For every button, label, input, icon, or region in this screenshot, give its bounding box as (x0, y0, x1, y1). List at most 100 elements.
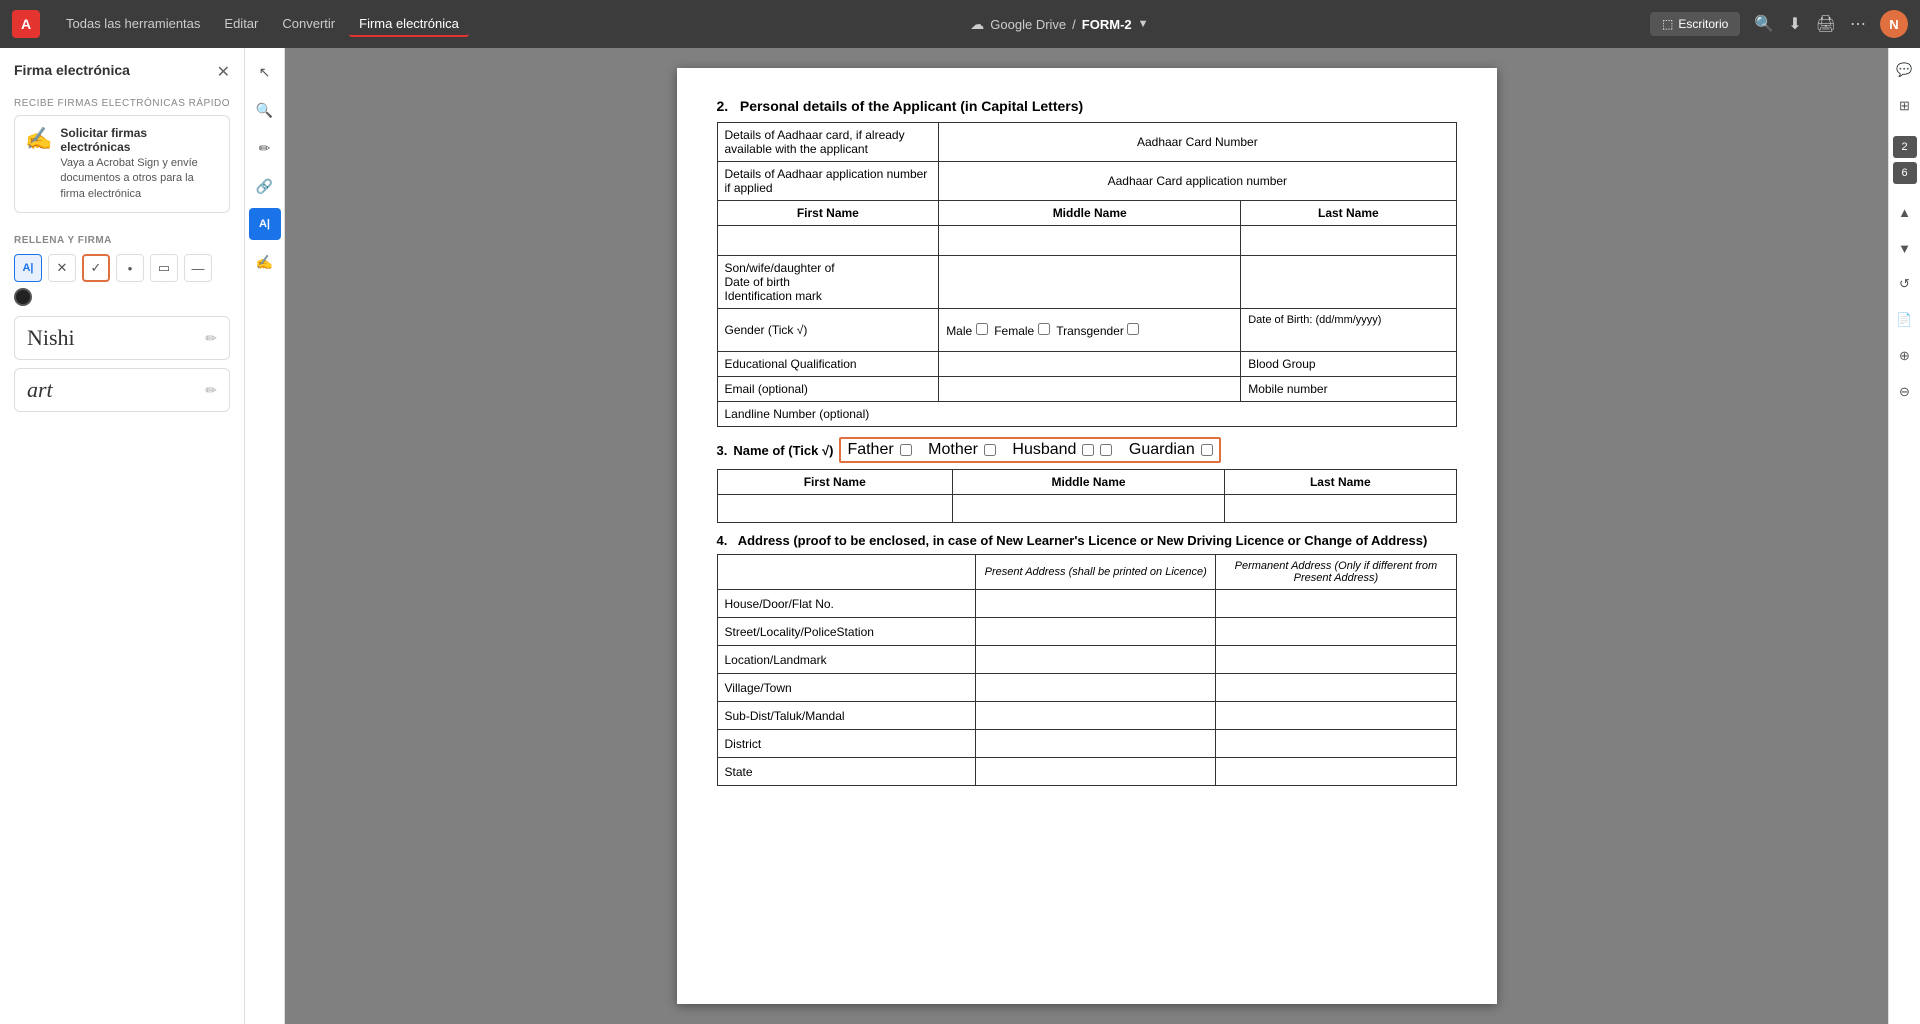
rect-tool-btn[interactable]: ▭ (150, 254, 178, 282)
village-row: Village/Town (717, 674, 1456, 702)
zoom-in-icon[interactable]: ⊕ (1891, 342, 1919, 370)
comment-icon[interactable]: 💬 (1891, 56, 1919, 84)
email-value[interactable] (939, 377, 1241, 402)
subdist-present[interactable] (976, 702, 1216, 730)
page-6-badge[interactable]: 6 (1893, 162, 1917, 184)
text-tool[interactable]: A| (249, 208, 281, 240)
section3-heading: Name of (Tick √) (733, 443, 833, 458)
dob-cell: Date of Birth: (dd/mm/yyyy) (1241, 309, 1456, 352)
guardian-box: Father Mother Husband Guardian (839, 437, 1220, 463)
signature-item-1[interactable]: Nishi ✏ (14, 316, 230, 360)
street-permanent[interactable] (1216, 618, 1456, 646)
page-2-badge[interactable]: 2 (1893, 136, 1917, 158)
check-tool-btn[interactable]: ✓ (82, 254, 110, 282)
esign-card[interactable]: ✍ Solicitar firmas electrónicas Vaya a A… (14, 115, 230, 213)
avatar[interactable]: N (1880, 10, 1908, 38)
husband-checkbox2[interactable] (1100, 444, 1112, 456)
pencil-tool[interactable]: ✏ (249, 132, 281, 164)
middle-name-header: Middle Name (939, 201, 1241, 226)
guardian-checkbox[interactable] (1201, 444, 1213, 456)
edit-icon-1[interactable]: ✏ (205, 330, 217, 347)
sidebar-header: Firma electrónica ✕ (14, 62, 230, 82)
son-value1[interactable] (939, 256, 1241, 309)
color-picker[interactable] (14, 288, 32, 306)
middle-name-cell[interactable] (939, 226, 1241, 256)
card-title: Solicitar firmas electrónicas (60, 126, 219, 154)
desktop-button[interactable]: ⬚ Escritorio (1650, 12, 1740, 36)
location-present[interactable] (976, 646, 1216, 674)
text-tool-btn[interactable]: A| (14, 254, 42, 282)
last-name2-cell[interactable] (1225, 495, 1456, 523)
mother-checkbox[interactable] (984, 444, 996, 456)
desktop-icon: ⬚ (1662, 17, 1673, 31)
location-permanent[interactable] (1216, 646, 1456, 674)
doc-icon[interactable]: 📄 (1891, 306, 1919, 334)
aadhaar-app-label: Details of Aadhaar application number if… (717, 162, 939, 201)
house-present[interactable] (976, 590, 1216, 618)
first-name2-cell[interactable] (717, 495, 952, 523)
cross-tool-btn[interactable]: ✕ (48, 254, 76, 282)
section3-header: 3. Name of (Tick √) Father Mother Husban… (717, 437, 1457, 463)
download-icon[interactable]: ⬇ (1788, 14, 1801, 34)
first-name-cell[interactable] (717, 226, 939, 256)
street-present[interactable] (976, 618, 1216, 646)
village-permanent[interactable] (1216, 674, 1456, 702)
subdist-permanent[interactable] (1216, 702, 1456, 730)
female-checkbox[interactable] (1038, 323, 1050, 335)
signature-item-2[interactable]: art ✏ (14, 368, 230, 412)
location-label: Location/Landmark (717, 646, 976, 674)
refresh-icon[interactable]: ↺ (1891, 270, 1919, 298)
dob-value[interactable] (1248, 326, 1448, 346)
mobile-cell: Mobile number (1241, 377, 1456, 402)
grid-icon[interactable]: ⊞ (1891, 92, 1919, 120)
husband-checkbox[interactable] (1082, 444, 1094, 456)
line-tool-btn[interactable]: — (184, 254, 212, 282)
district-label: District (717, 730, 976, 758)
middle-name2-cell[interactable] (952, 495, 1224, 523)
district-row: District (717, 730, 1456, 758)
district-present[interactable] (976, 730, 1216, 758)
draw-tool[interactable]: ✍ (249, 246, 281, 278)
print-icon[interactable]: 🖨 (1816, 14, 1836, 34)
present-address-header: Present Address (shall be printed on Lic… (976, 555, 1216, 590)
menu-editar[interactable]: Editar (214, 12, 268, 37)
signature-text-2: art (27, 377, 53, 403)
son-value2[interactable] (1241, 256, 1456, 309)
male-checkbox[interactable] (976, 323, 988, 335)
address-table: Present Address (shall be printed on Lic… (717, 554, 1457, 786)
zoom-out-icon[interactable]: ⊖ (1891, 378, 1919, 406)
pdf-page: 2. Personal details of the Applicant (in… (677, 68, 1497, 1004)
edit-icon-2[interactable]: ✏ (205, 382, 217, 399)
menu-convertir[interactable]: Convertir (272, 12, 345, 37)
more-icon[interactable]: ⋯ (1850, 14, 1866, 34)
esign-card-icon: ✍ (25, 126, 52, 152)
state-permanent[interactable] (1216, 758, 1456, 786)
middle-name2-header: Middle Name (952, 470, 1224, 495)
menu-todas[interactable]: Todas las herramientas (56, 12, 210, 37)
close-icon[interactable]: ✕ (217, 62, 230, 82)
edu-value[interactable] (939, 352, 1241, 377)
dropdown-icon[interactable]: ▼ (1138, 18, 1149, 30)
address-empty-header (717, 555, 976, 590)
cursor-tool[interactable]: ↖ (249, 56, 281, 88)
house-permanent[interactable] (1216, 590, 1456, 618)
menu-firma[interactable]: Firma electrónica (349, 12, 469, 37)
zoom-tool[interactable]: 🔍 (249, 94, 281, 126)
topbar-right: ⬚ Escritorio 🔍 ⬇ 🖨 ⋯ N (1650, 10, 1908, 38)
street-label: Street/Locality/PoliceStation (717, 618, 976, 646)
transgender-checkbox[interactable] (1127, 323, 1139, 335)
state-label: State (717, 758, 976, 786)
father-checkbox[interactable] (900, 444, 912, 456)
link-tool[interactable]: 🔗 (249, 170, 281, 202)
signature-text-1: Nishi (27, 325, 75, 351)
scroll-up-icon[interactable]: ▲ (1891, 198, 1919, 226)
blood-label: Blood Group (1248, 357, 1315, 371)
dot-tool-btn[interactable]: • (116, 254, 144, 282)
village-present[interactable] (976, 674, 1216, 702)
last-name-cell[interactable] (1241, 226, 1456, 256)
gender-row: Gender (Tick √) Male Female Transgender … (717, 309, 1456, 352)
scroll-down-icon[interactable]: ▼ (1891, 234, 1919, 262)
state-present[interactable] (976, 758, 1216, 786)
district-permanent[interactable] (1216, 730, 1456, 758)
search-icon[interactable]: 🔍 (1754, 14, 1774, 34)
